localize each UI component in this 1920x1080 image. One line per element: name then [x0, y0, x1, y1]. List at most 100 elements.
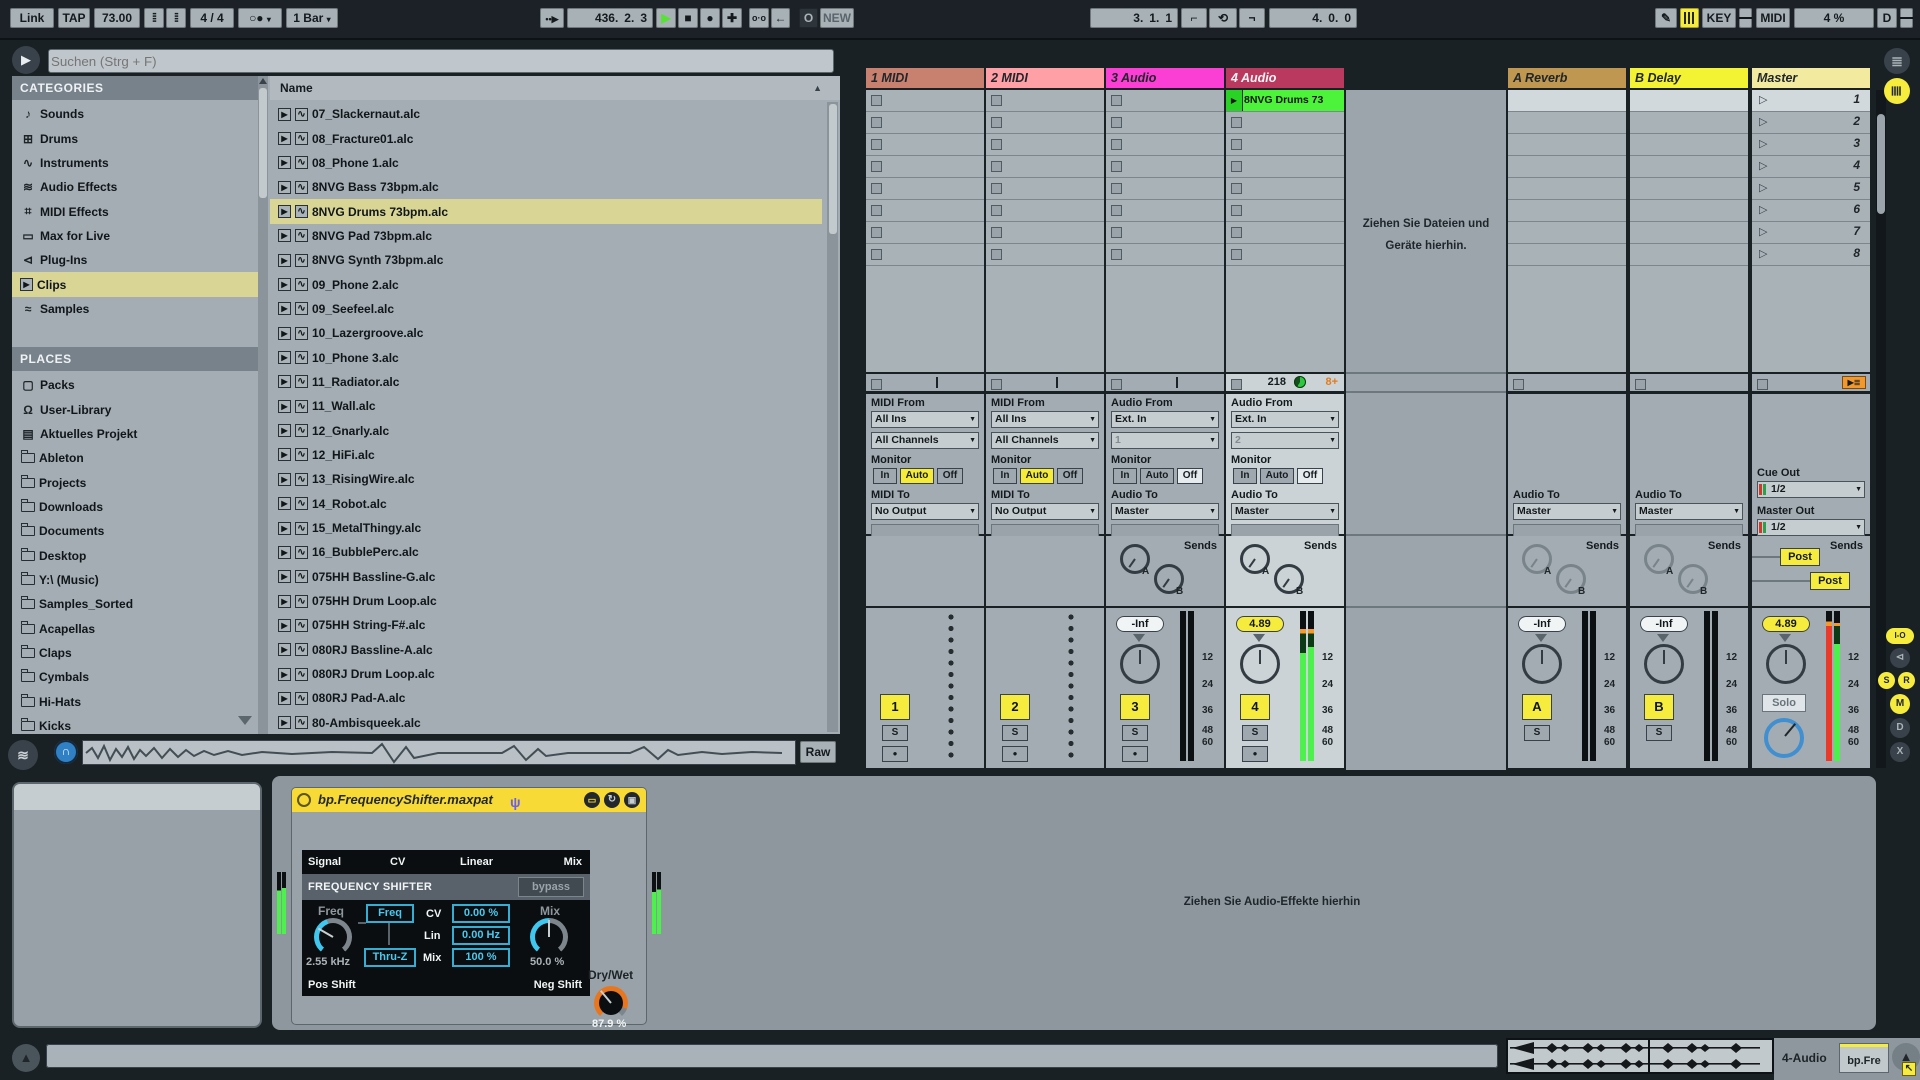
clip-slot[interactable]	[866, 156, 984, 178]
device-chain-area[interactable]: bp.FrequencyShifter.maxpat ψ ▭ ↻ ▣ Signa…	[272, 776, 1876, 1030]
volume-field[interactable]: -Inf	[1640, 616, 1688, 632]
max-edit-icon[interactable]: ▭	[584, 792, 600, 808]
preview-waveform[interactable]	[82, 740, 796, 765]
track-header[interactable]: 2 MIDI	[986, 68, 1104, 88]
track-stop-button-row[interactable]	[866, 374, 984, 391]
clip-slot[interactable]	[986, 244, 1104, 266]
draw-mode-pencil-icon[interactable]: ✎	[1655, 8, 1677, 28]
track-header[interactable]: B Delay	[1630, 68, 1748, 88]
show-returns-toggle[interactable]: R	[1898, 672, 1915, 689]
nudge-up-icon[interactable]: ⦙⦙	[166, 8, 186, 28]
stop-button[interactable]: ■	[678, 8, 698, 28]
freq-mode-button[interactable]: Freq	[366, 904, 414, 923]
reload-icon[interactable]: ↻	[604, 792, 620, 808]
clip-slot[interactable]	[986, 112, 1104, 134]
scene-row[interactable]: ▷ 2	[1752, 112, 1870, 134]
browser-collapse-button[interactable]: ▶	[12, 46, 40, 74]
show-device-toggle-icon[interactable]: ⊲	[1890, 648, 1910, 668]
input-channel-chooser[interactable]: 1	[1111, 432, 1219, 449]
output-type-chooser[interactable]: Master	[1111, 503, 1219, 520]
file-row[interactable]: 80-Ambisqueek.alc	[270, 711, 822, 734]
sidebar-item-user-library[interactable]: Ω User-Library	[12, 397, 258, 421]
clip-slot[interactable]	[1106, 200, 1224, 222]
scene-play-icon[interactable]: ▷	[1759, 159, 1767, 172]
record-button[interactable]: ●	[700, 8, 720, 28]
file-row[interactable]: 075HH Bassline-G.alc	[270, 565, 822, 589]
clip-slot[interactable]	[866, 134, 984, 156]
sort-ascending-icon[interactable]: ▲	[813, 76, 822, 100]
clip-slot[interactable]	[866, 222, 984, 244]
show-crossfader-toggle[interactable]: X	[1890, 742, 1910, 762]
punch-in-button[interactable]: ⌐	[1181, 8, 1207, 28]
track-header[interactable]: 3 Audio	[1106, 68, 1224, 88]
file-row[interactable]: 080RJ Drum Loop.alc	[270, 662, 822, 686]
file-row-selected[interactable]: 8NVG Drums 73bpm.alc	[270, 199, 822, 224]
output-type-chooser[interactable]: Master	[1635, 503, 1743, 520]
playing-clip[interactable]: ▶ 8NVG Drums 73	[1226, 90, 1344, 112]
time-signature-field[interactable]: 4 / 4	[190, 8, 234, 28]
file-row[interactable]: 12_HiFi.alc	[270, 443, 822, 467]
file-row[interactable]: 09_Phone 2.alc	[270, 272, 822, 296]
sidebar-item-y-music[interactable]: Y:\ (Music)	[12, 568, 258, 592]
solo-cue-button[interactable]: Solo	[1762, 694, 1806, 712]
file-row[interactable]: 11_Wall.alc	[270, 394, 822, 418]
hot-swap-icon[interactable]: ≋	[8, 740, 38, 770]
track-activator[interactable]: A	[1522, 694, 1552, 720]
track-stop-button-row[interactable]: 218 8+	[1226, 374, 1344, 391]
play-button[interactable]: ▶	[656, 8, 676, 28]
clip-slot[interactable]	[1226, 244, 1344, 266]
show-track-delay-toggle[interactable]: D	[1890, 718, 1910, 738]
stop-all-clips-button[interactable]: ▶≣	[1842, 376, 1866, 389]
track-header[interactable]: 4 Audio	[1226, 68, 1344, 88]
follow-button[interactable]: ••▶	[540, 8, 564, 28]
scene-play-icon[interactable]: ▷	[1759, 203, 1767, 216]
clip-slot[interactable]	[866, 200, 984, 222]
pan-control[interactable]	[1253, 634, 1265, 642]
linear-freq-field[interactable]: 0.00 Hz	[452, 926, 510, 945]
monitor-in-button[interactable]: In	[1233, 468, 1257, 484]
sidebar-item-samples[interactable]: ≈ Samples	[12, 297, 258, 321]
sidebar-item-projects[interactable]: Projects	[12, 470, 258, 494]
sidebar-item-plugins[interactable]: ⊲ Plug-Ins	[12, 248, 258, 272]
monitor-in-button[interactable]: In	[993, 468, 1017, 484]
sidebar-item-ableton[interactable]: Ableton	[12, 446, 258, 470]
clip-overview[interactable]	[1508, 1040, 1772, 1072]
sidebar-item-audio-effects[interactable]: ≋ Audio Effects	[12, 175, 258, 199]
solo-button[interactable]: S	[1524, 725, 1550, 741]
track-activator[interactable]: 2	[1000, 694, 1030, 720]
preview-headphone-icon[interactable]: ∩	[54, 740, 78, 764]
sidebar-item-max-for-live[interactable]: ▭ Max for Live	[12, 224, 258, 248]
scene-row[interactable]: ▷ 8	[1752, 244, 1870, 266]
file-row[interactable]: 10_Lazergroove.alc	[270, 321, 822, 345]
scrollbar-thumb[interactable]	[828, 104, 837, 234]
pan-control[interactable]	[1657, 634, 1669, 642]
output-type-chooser[interactable]: Master	[1513, 503, 1621, 520]
clip-slot[interactable]	[986, 200, 1104, 222]
clip-slot[interactable]	[866, 112, 984, 134]
solo-button[interactable]: S	[1646, 725, 1672, 741]
clip-slot[interactable]	[866, 178, 984, 200]
loop-toggle-button[interactable]: ⟲	[1209, 8, 1237, 28]
detail-track-tab[interactable]: 4-Audio	[1782, 1051, 1827, 1065]
file-row[interactable]: 16_BubblePerc.alc	[270, 540, 822, 564]
sidebar-item-midi-effects[interactable]: ⌗ MIDI Effects	[12, 199, 258, 223]
track-header[interactable]: A Reverb	[1508, 68, 1626, 88]
track-activator[interactable]: 1	[880, 694, 910, 720]
clip-slot[interactable]	[986, 222, 1104, 244]
track-stop-button-row[interactable]	[1630, 374, 1748, 391]
volume-knob[interactable]	[1522, 644, 1562, 684]
file-row[interactable]: 075HH String-F#.alc	[270, 613, 822, 637]
clip-slot[interactable]	[1106, 244, 1224, 266]
output-type-chooser[interactable]: No Output	[871, 503, 979, 520]
clip-slot[interactable]	[1226, 178, 1344, 200]
file-row[interactable]: 075HH Drum Loop.alc	[270, 589, 822, 613]
scrollbar-thumb[interactable]	[1877, 114, 1885, 214]
file-row[interactable]: 15_MetalThingy.alc	[270, 516, 822, 540]
track-stop-button-row[interactable]	[986, 374, 1104, 391]
file-row[interactable]: 10_Phone 3.alc	[270, 345, 822, 369]
arm-button[interactable]: ●	[1002, 746, 1028, 762]
arrangement-position-field[interactable]: 436. 2. 3	[567, 8, 653, 28]
arm-button[interactable]: ●	[1242, 746, 1268, 762]
volume-field[interactable]: -Inf	[1116, 616, 1164, 632]
back-to-arrangement-button[interactable]: ←	[771, 8, 790, 28]
